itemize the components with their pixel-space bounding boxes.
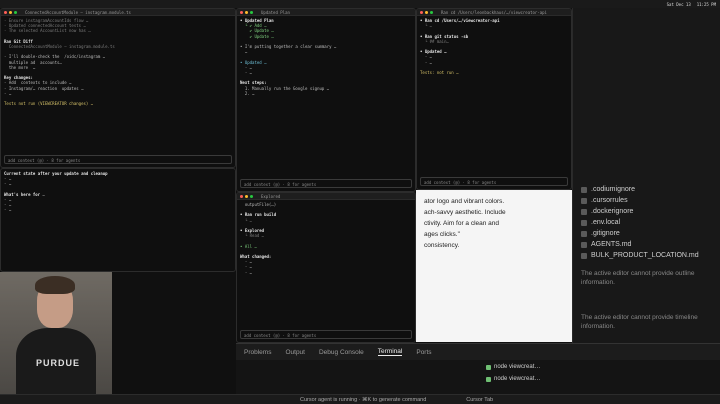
terminal-titlebar[interactable]: Ran cd /Users/leonbackhaus/…/viewcreator…: [417, 9, 571, 16]
menubar: Sat Dec 13 11:25 PM: [0, 0, 720, 8]
terminal-window-3[interactable]: Ran cd /Users/leonbackhaus/…/viewcreator…: [416, 8, 572, 190]
terminal-window-1[interactable]: ConnectedAccountModule — instagram.modul…: [0, 8, 236, 168]
terminal-icon: [486, 364, 491, 370]
tab-output[interactable]: Output: [285, 349, 305, 356]
terminal-output: Current state after your update and clea…: [4, 171, 108, 213]
terminal-title: Ran cd /Users/leonbackhaus/…/viewcreator…: [441, 9, 547, 15]
terminal-output: outputFile(…) • Ran run build └ … • Expl…: [240, 202, 277, 275]
timeline-note: The active editor cannot provide timelin…: [581, 314, 698, 330]
tab-problems[interactable]: Problems: [244, 349, 271, 356]
doc-line: ach-savvy aesthetic. Include: [424, 209, 506, 216]
terminal-titlebar[interactable]: Explored: [237, 193, 415, 200]
minimize-icon[interactable]: [9, 10, 12, 14]
terminal-window-5[interactable]: Current state after your update and clea…: [0, 168, 236, 272]
maximize-icon[interactable]: [250, 10, 253, 14]
doc-line: ator logo and vibrant colors.: [424, 198, 505, 205]
person-hair: [35, 276, 75, 294]
terminal-prompt[interactable]: add context (@) · 8 for agents: [240, 179, 412, 188]
terminal-output: • Ran cd /Users/…/viewcreator-api └ … • …: [420, 18, 500, 76]
webcam-overlay: PURDUE: [0, 272, 112, 394]
terminal-node-item[interactable]: node viewcreat…: [486, 364, 540, 370]
terminal-output: - Ensure instagramAccountIds flow … - Up…: [4, 18, 115, 107]
doc-line: ages clicks.": [424, 231, 460, 238]
minimize-icon[interactable]: [425, 10, 428, 14]
maximize-icon[interactable]: [14, 10, 17, 14]
terminal-output: • Updated Plan └ ✔ Add … ✔ Update … ✔ Up…: [240, 18, 337, 96]
terminal-icon: [486, 376, 491, 382]
file-icon: [581, 208, 587, 215]
file-icon: [581, 186, 587, 193]
terminal-window-2[interactable]: Updated Plan • Updated Plan └ ✔ Add … ✔ …: [236, 8, 416, 192]
close-icon[interactable]: [4, 10, 7, 14]
panel-body: node viewcreat… node viewcreat…: [236, 360, 720, 394]
file-item[interactable]: BULK_PRODUCT_LOCATION.md: [573, 250, 720, 261]
file-icon: [581, 219, 587, 226]
minimize-icon[interactable]: [245, 10, 248, 14]
maximize-icon[interactable]: [250, 194, 253, 198]
file-icon: [581, 197, 587, 204]
status-cursor-tab[interactable]: Cursor Tab: [466, 397, 493, 403]
file-item[interactable]: .dockerignore: [573, 206, 720, 217]
file-item[interactable]: .cursorrules: [573, 195, 720, 206]
menubar-date: Sat Dec 13: [666, 1, 691, 7]
outline-note: The active editor cannot provide outline…: [581, 270, 695, 286]
maximize-icon[interactable]: [430, 10, 433, 14]
terminal-title: Updated Plan: [261, 9, 290, 15]
file-item[interactable]: .gitignore: [573, 228, 720, 239]
close-icon[interactable]: [240, 194, 243, 198]
terminal-prompt[interactable]: add context (@) · 8 for agents: [420, 177, 568, 186]
terminal-node-item[interactable]: node viewcreat…: [486, 376, 540, 382]
terminal-prompt[interactable]: add context (@) · 8 for agents: [240, 330, 412, 339]
panel-tabbar: Problems Output Debug Console Terminal P…: [236, 343, 720, 360]
file-icon: [581, 252, 587, 259]
terminal-prompt[interactable]: add context (@) · 8 for agents: [4, 155, 232, 164]
close-icon[interactable]: [240, 10, 243, 14]
menubar-time: 11:25 PM: [696, 1, 716, 7]
minimize-icon[interactable]: [245, 194, 248, 198]
doc-line: ctivity. Aim for a clean and: [424, 220, 500, 227]
terminal-window-4[interactable]: Explored outputFile(…) • Ran run build └…: [236, 192, 416, 343]
terminal-title: ConnectedAccountModule — instagram.modul…: [25, 9, 131, 15]
file-item[interactable]: .codiumignore: [573, 184, 720, 195]
close-icon[interactable]: [420, 10, 423, 14]
doc-line: consistency.: [424, 242, 460, 249]
status-bar: Cursor agent is running · ⌘K to generate…: [0, 394, 720, 404]
document-preview: ator logo and vibrant colors. ach-savvy …: [416, 190, 572, 342]
file-item[interactable]: .env.local: [573, 217, 720, 228]
shirt-logo: PURDUE: [36, 358, 81, 368]
tab-ports[interactable]: Ports: [416, 349, 431, 356]
file-item[interactable]: AGENTS.md: [573, 239, 720, 250]
tab-debug-console[interactable]: Debug Console: [319, 349, 364, 356]
file-icon: [581, 230, 587, 237]
status-agent: Cursor agent is running · ⌘K to generate…: [300, 396, 427, 403]
terminal-title: Explored: [261, 193, 281, 199]
tab-terminal[interactable]: Terminal: [377, 348, 403, 356]
file-icon: [581, 241, 587, 248]
terminal-titlebar[interactable]: Updated Plan: [237, 9, 415, 16]
terminal-titlebar[interactable]: ConnectedAccountModule — instagram.modul…: [1, 9, 235, 16]
